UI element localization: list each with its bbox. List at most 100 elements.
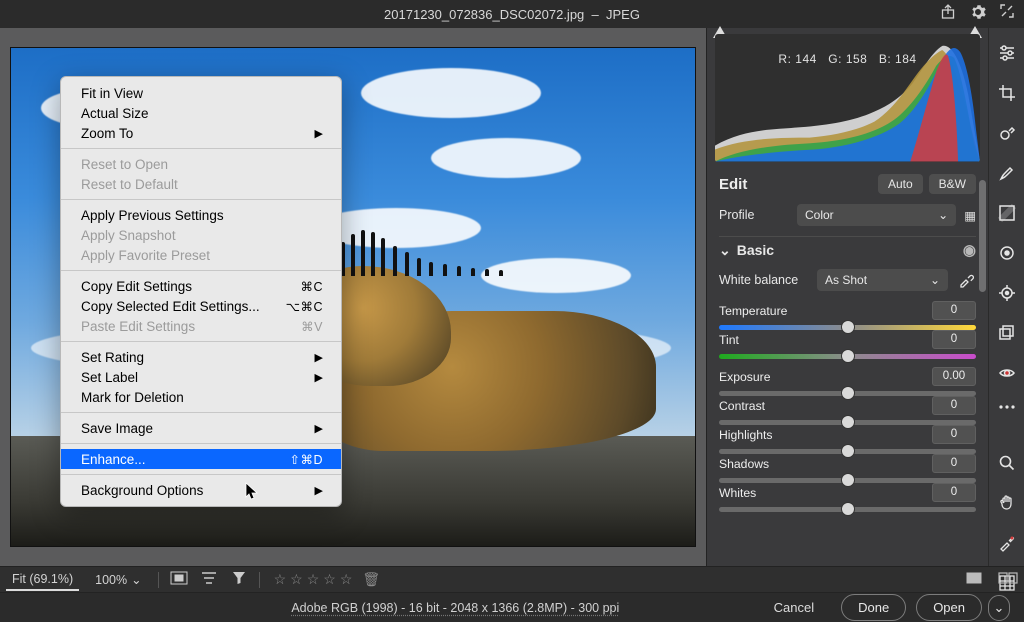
slider-value[interactable]: 0 [932,454,976,473]
rating-stars[interactable]: ☆☆☆☆☆ 🗑 [274,571,381,588]
menu-item-enhance[interactable]: Enhance...⇧⌘D [61,449,341,469]
menu-item-label: Fit in View [81,86,143,101]
single-view-icon[interactable] [964,572,984,587]
fit-zoom-label[interactable]: Fit (69.1%) [6,569,79,591]
chevron-down-icon: ⌄ [994,600,1005,616]
panel-scrollbar[interactable] [979,180,986,556]
auto-button[interactable]: Auto [878,174,923,194]
adjustment-brush-icon[interactable] [996,164,1018,182]
eyedropper-icon[interactable] [956,270,976,290]
menu-item-apply-snapshot: Apply Snapshot [61,225,341,245]
slider-value[interactable]: 0 [932,483,976,502]
slider-knob[interactable] [841,349,855,363]
slider-track[interactable] [719,391,976,396]
settings-gear-icon[interactable] [970,4,986,23]
basic-title: Basic [737,242,774,258]
histogram[interactable]: R: 144 G: 158 B: 184 [715,34,980,162]
slider-tint: Tint0 [719,330,976,359]
pixel-sample-icon[interactable] [996,534,1018,552]
menu-item-label: Background Options [81,483,203,498]
radial-gradient-icon[interactable] [996,244,1018,262]
edit-sliders-icon[interactable] [996,44,1018,62]
image-metadata[interactable]: Adobe RGB (1998) - 16 bit - 2048 x 1366 … [154,601,757,615]
slider-contrast: Contrast0 [719,396,976,425]
crop-icon[interactable] [996,84,1018,102]
image-viewer[interactable]: Fit in ViewActual SizeZoom To▶Reset to O… [0,28,706,566]
filter-funnel-icon[interactable] [229,571,249,588]
menu-item-fit-in-view[interactable]: Fit in View [61,83,341,103]
healing-brush-icon[interactable] [996,124,1018,142]
slider-track[interactable] [719,507,976,512]
slider-value[interactable]: 0 [932,425,976,444]
menu-item-reset-to-default: Reset to Default [61,174,341,194]
star-icon[interactable]: ☆ [307,571,320,588]
menu-item-zoom-to[interactable]: Zoom To▶ [61,123,341,143]
hand-icon[interactable] [996,494,1018,512]
submenu-arrow-icon: ▶ [315,484,323,497]
zoom-select[interactable]: 100% ⌄ [89,570,147,589]
menu-item-label: Set Label [81,370,138,385]
menu-item-label: Reset to Default [81,177,178,192]
slider-knob[interactable] [841,415,855,429]
slider-knob[interactable] [841,473,855,487]
context-menu[interactable]: Fit in ViewActual SizeZoom To▶Reset to O… [60,76,342,507]
slider-value[interactable]: 0.00 [932,367,976,386]
share-icon[interactable] [940,4,956,23]
open-button[interactable]: Open [916,594,982,621]
menu-item-save-image[interactable]: Save Image▶ [61,418,341,438]
slider-knob[interactable] [841,320,855,334]
submenu-arrow-icon: ▶ [315,127,323,140]
white-balance-select[interactable]: As Shot ⌄ [817,269,948,291]
menu-item-label: Copy Selected Edit Settings... [81,299,260,314]
slider-knob[interactable] [841,386,855,400]
slider-track[interactable] [719,420,976,425]
slider-value[interactable]: 0 [932,330,976,349]
slider-knob[interactable] [841,444,855,458]
fullscreen-icon[interactable] [1000,4,1014,23]
titlebar: 20171230_072836_DSC02072.jpg – JPEG [0,0,1024,28]
profile-select[interactable]: Color ⌄ [797,204,956,226]
star-icon[interactable]: ☆ [340,571,353,588]
basic-section-header[interactable]: ⌄ Basic ◉ [719,236,976,259]
menu-item-apply-previous-settings[interactable]: Apply Previous Settings [61,205,341,225]
menu-item-actual-size[interactable]: Actual Size [61,103,341,123]
compare-view-icon[interactable] [998,572,1018,587]
menu-item-background-options[interactable]: Background Options ▶ [61,480,341,500]
star-icon[interactable]: ☆ [323,571,336,588]
slider-value[interactable]: 0 [932,301,976,320]
cancel-button[interactable]: Cancel [757,594,831,621]
menu-item-set-label[interactable]: Set Label ▶ [61,367,341,387]
filter-sort-icon[interactable] [199,571,219,588]
visibility-toggle-icon[interactable]: ◉ [963,241,976,259]
profile-browser-icon[interactable]: ▦ [964,208,976,223]
zoom-icon[interactable] [996,454,1018,472]
slider-value[interactable]: 0 [932,396,976,415]
submenu-arrow-icon: ▶ [315,422,323,435]
profile-label: Profile [719,208,789,222]
edit-title: Edit [719,176,747,193]
slider-knob[interactable] [841,502,855,516]
open-dropdown-button[interactable]: ⌄ [988,595,1010,621]
linear-gradient-icon[interactable] [996,204,1018,222]
menu-item-mark-for-deletion[interactable]: Mark for Deletion [61,387,341,407]
target-adjustment-icon[interactable] [996,284,1018,302]
menu-item-set-rating[interactable]: Set Rating▶ [61,347,341,367]
presets-stack-icon[interactable] [996,324,1018,342]
bw-button[interactable]: B&W [929,174,976,194]
submenu-arrow-icon: ▶ [315,371,323,384]
menu-item-copy-selected-edit-settings[interactable]: Copy Selected Edit Settings...⌥⌘C [61,296,341,316]
scrollbar-thumb[interactable] [979,180,986,292]
red-eye-icon[interactable] [996,364,1018,382]
histogram-plot [715,34,980,162]
menu-item-copy-edit-settings[interactable]: Copy Edit Settings⌘C [61,276,341,296]
slider-track[interactable] [719,325,976,330]
slider-track[interactable] [719,449,976,454]
trash-icon[interactable]: 🗑 [362,571,380,588]
slider-track[interactable] [719,354,976,359]
star-icon[interactable]: ☆ [274,571,287,588]
star-icon[interactable]: ☆ [290,571,303,588]
before-only-icon[interactable] [169,571,189,588]
done-button[interactable]: Done [841,594,906,621]
slider-track[interactable] [719,478,976,483]
more-icon[interactable] [996,404,1018,410]
